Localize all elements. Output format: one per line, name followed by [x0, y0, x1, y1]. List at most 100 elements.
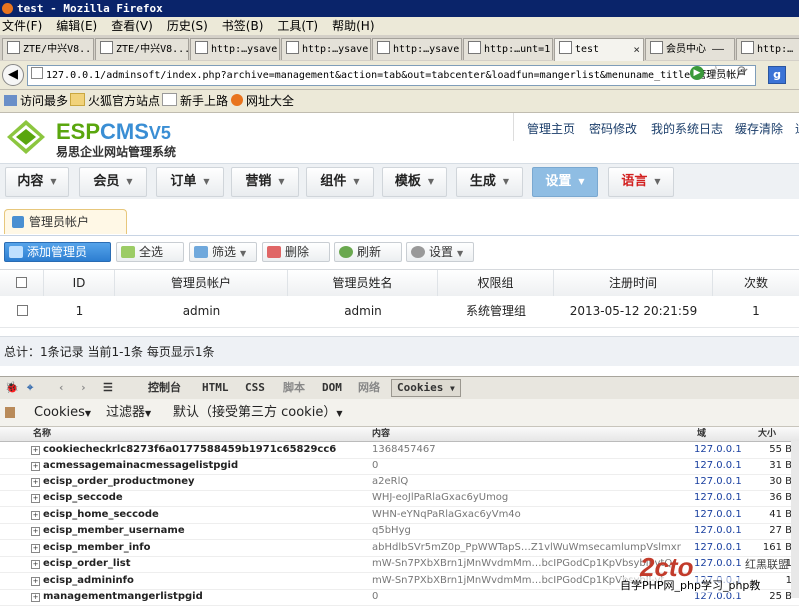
bookmark-getting-started[interactable]: 新手上路 — [162, 90, 228, 112]
cookie-domain: 127.0.0.1 — [694, 509, 742, 520]
nav-member[interactable]: 会员 ▼ — [79, 167, 147, 197]
back-arrow-icon[interactable]: ◀ — [2, 64, 24, 86]
chevron-right-icon[interactable]: › — [80, 377, 87, 399]
fb-tab-cookies[interactable]: Cookies ▼ — [391, 379, 461, 397]
column-header[interactable]: 注册时间 — [554, 270, 713, 296]
bookmark-most-visited[interactable]: 访问最多 — [4, 90, 68, 112]
fb-tab-console[interactable]: 控制台 — [148, 377, 181, 399]
table-row[interactable]: 1 admin admin 系统管理组 2013-05-12 20:21:59 … — [0, 296, 799, 328]
expand-icon[interactable]: + — [31, 478, 40, 487]
link-clear-cache[interactable]: 缓存清除 — [735, 120, 783, 137]
browser-tab[interactable]: http:… — [736, 38, 799, 60]
expand-icon[interactable]: + — [31, 494, 40, 503]
expand-icon[interactable]: + — [31, 446, 40, 455]
bookmark-firefox-site[interactable]: 火狐官方站点 — [70, 90, 160, 112]
column-name[interactable]: 名称 — [33, 427, 51, 441]
nav-components[interactable]: 组件 ▼ — [306, 167, 374, 197]
tab-admin-accounts[interactable]: 管理员帐户 — [4, 209, 127, 234]
chevron-left-icon[interactable]: ‹ — [58, 377, 65, 399]
browser-tab[interactable]: ZTE/中兴V8... — [95, 38, 189, 60]
refresh-button[interactable]: 刷新 — [334, 242, 402, 262]
reload-icon[interactable]: ⟳ — [737, 64, 748, 79]
fb-tab-script[interactable]: 脚本 — [283, 377, 305, 399]
expand-icon[interactable]: + — [31, 577, 40, 586]
nav-settings[interactable]: 设置 ▼ — [532, 167, 598, 197]
firebug-bug-icon[interactable]: 🐞 — [5, 377, 19, 399]
cookie-row[interactable]: + cookiecheckrlc8273f6a0177588459b1971c65… — [0, 442, 799, 459]
fb-tab-net[interactable]: 网络 — [358, 377, 380, 399]
inspect-icon[interactable]: ⌖ — [27, 377, 33, 399]
cookie-list-scrollbar[interactable] — [791, 441, 799, 598]
browser-tab[interactable]: http:…ysave — [372, 38, 462, 60]
link-logout[interactable]: 退 — [795, 120, 799, 137]
main-nav: 内容 ▼ 会员 ▼ 订单 ▼ 营销 ▼ 组件 ▼ 模板 ▼ 生成 ▼ 设置 ▼ 语言 ▼ — [0, 163, 799, 200]
filter-menu[interactable]: 过滤器▼ — [106, 399, 151, 427]
column-header[interactable]: ID — [44, 270, 115, 296]
search-engine-icon[interactable]: g — [768, 66, 786, 84]
settings-button[interactable]: 设置 ▼ — [406, 242, 474, 262]
select-all-checkbox[interactable] — [0, 270, 44, 296]
link-change-password[interactable]: 密码修改 — [589, 120, 637, 137]
browser-tab[interactable]: http:…unt=1 — [463, 38, 553, 60]
checkbox[interactable] — [16, 305, 28, 316]
nav-marketing[interactable]: 营销 ▼ — [231, 167, 299, 197]
cookie-row[interactable]: + ecisp_member_username q5bHyg 127.0.0.1 27 … — [0, 523, 799, 540]
bookmark-star-icon[interactable]: ☆ — [710, 64, 722, 79]
column-header[interactable]: 次数 — [713, 270, 799, 296]
cookie-row[interactable]: + ecisp_seccode WHJ-eoJlPaRlaGxac6yUmog 127… — [0, 490, 799, 507]
fb-tab-dom[interactable]: DOM — [322, 377, 342, 399]
column-content[interactable]: 内容 — [372, 427, 390, 441]
chevron-down-icon: ▼ — [278, 177, 285, 186]
menu-history[interactable]: 历史(S) — [167, 19, 208, 33]
expand-icon[interactable]: + — [31, 527, 40, 536]
link-system-log[interactable]: 我的系统日志 — [651, 120, 723, 137]
bookmark-directory[interactable]: 网址大全 — [231, 90, 294, 112]
go-arrow-icon[interactable]: ▶ — [690, 66, 704, 80]
cookie-row[interactable]: + ecisp_order_productmoney a2eRlQ 127.0.0.1… — [0, 474, 799, 491]
browser-tab[interactable]: ZTE/中兴V8... — [2, 38, 94, 60]
row-checkbox-cell[interactable] — [0, 296, 44, 327]
cookie-row[interactable]: + ecisp_home_seccode WHN-eYNqPaRlaGxac6yVm… — [0, 507, 799, 524]
expand-icon[interactable]: + — [31, 544, 40, 553]
menu-view[interactable]: 查看(V) — [111, 19, 153, 33]
delete-button[interactable]: 删除 — [262, 242, 330, 262]
fb-tab-html[interactable]: HTML — [202, 377, 229, 399]
nav-language[interactable]: 语言 ▼ — [608, 167, 674, 197]
menu-file[interactable]: 文件(F) — [2, 19, 42, 33]
url-bar[interactable]: 127.0.0.1/adminsoft/index.php?archive=ma… — [27, 65, 756, 86]
menu-edit[interactable]: 编辑(E) — [56, 19, 97, 33]
cookie-row[interactable]: + acmessagemainacmessagelistpgid 0 127.0.0.… — [0, 458, 799, 475]
menu-help[interactable]: 帮助(H) — [332, 19, 374, 33]
nav-generate[interactable]: 生成 ▼ — [456, 167, 523, 197]
select-all-button[interactable]: 全选 — [116, 242, 184, 262]
expand-icon[interactable]: + — [31, 560, 40, 569]
cookie-name: ecisp_member_username — [43, 525, 185, 536]
close-tab-icon[interactable]: × — [633, 39, 640, 60]
logo-esp: ESP — [56, 119, 101, 144]
nav-content[interactable]: 内容 ▼ — [5, 167, 69, 197]
column-domain[interactable]: 域 — [697, 427, 706, 441]
checkbox[interactable] — [16, 277, 27, 288]
expand-icon[interactable]: + — [31, 462, 40, 471]
default-policy-menu[interactable]: 默认（接受第三方 cookie）▼ — [173, 399, 342, 427]
browser-tab[interactable]: http:…ysave — [190, 38, 280, 60]
column-size[interactable]: 大小 — [758, 427, 776, 441]
link-admin-home[interactable]: 管理主页 — [527, 120, 575, 137]
button-label: 删除 — [285, 245, 310, 259]
nav-templates[interactable]: 模板 ▼ — [382, 167, 447, 197]
column-header[interactable]: 管理员帐户 — [115, 270, 288, 296]
browser-tab[interactable]: 会员中心 —— — [645, 38, 735, 60]
nav-orders[interactable]: 订单 ▼ — [156, 167, 224, 197]
expand-icon[interactable]: + — [31, 511, 40, 520]
browser-tab[interactable]: http:…ysave — [281, 38, 371, 60]
menu-icon[interactable]: ☰ — [103, 377, 113, 399]
add-admin-button[interactable]: 添加管理员 — [4, 242, 111, 262]
fb-tab-css[interactable]: CSS — [245, 377, 265, 399]
cookies-menu[interactable]: Cookies▼ — [34, 399, 91, 427]
menu-bookmarks[interactable]: 书签(B) — [222, 19, 264, 33]
browser-tab-active[interactable]: test × — [554, 38, 644, 61]
column-header[interactable]: 管理员姓名 — [288, 270, 438, 296]
filter-button[interactable]: 筛选 ▼ — [189, 242, 257, 262]
menu-tools[interactable]: 工具(T) — [277, 19, 318, 33]
column-header[interactable]: 权限组 — [438, 270, 554, 296]
